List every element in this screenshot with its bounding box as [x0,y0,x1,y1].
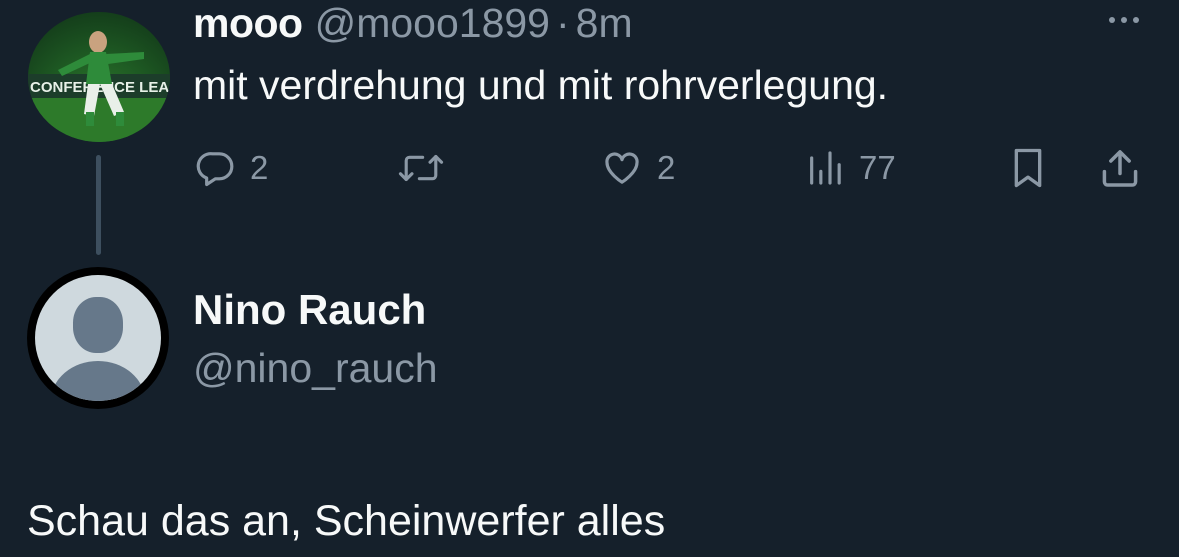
author-handle[interactable]: @mooo1899 [315,0,550,47]
reply-count: 2 [250,149,269,186]
more-dot-icon [1121,17,1127,23]
more-options-button[interactable] [1100,8,1148,32]
views-count: 77 [859,149,896,186]
tweet-timestamp[interactable]: 8m [576,0,633,47]
bookmark-button[interactable] [1008,143,1048,193]
author-display-name[interactable]: mooo [193,0,303,47]
tweet-action-bar: 2 2 77 [0,143,1179,193]
header-separator: · [555,0,570,46]
reply-text[interactable]: Schau das an, Scheinwerfer alles [27,497,665,546]
bookmark-icon [1014,148,1042,188]
tweet-header: mooo @mooo1899 · 8m [193,0,633,46]
heart-icon [605,152,639,184]
tweet-body-text: mit verdrehung und mit rohrverlegung. [193,62,889,108]
more-dot-icon [1133,17,1139,23]
more-dot-icon [1109,17,1115,23]
reply-icon [196,152,234,187]
reply-author-handle[interactable]: @nino_rauch [193,345,438,392]
tweet-thread-view: CONFERENCE LEAGUE mooo @mooo1899 · 8m mi… [0,0,1179,557]
default-avatar-icon [35,275,161,401]
reply-button[interactable]: 2 [196,143,268,193]
like-count: 2 [657,149,676,186]
soccer-player-avatar-image: CONFERENCE LEAGUE [28,31,170,142]
share-button[interactable] [1098,143,1142,193]
views-button[interactable]: 77 [805,143,896,193]
retweet-button[interactable] [398,143,458,193]
avatar-body-shape [51,361,145,401]
reply-author-display-name[interactable]: Nino Rauch [193,286,426,334]
like-button[interactable]: 2 [601,143,675,193]
nino-avatar[interactable] [27,267,169,409]
mooo-avatar[interactable]: CONFERENCE LEAGUE [28,12,170,142]
views-icon [810,151,841,185]
share-icon [1102,150,1138,187]
avatar-head-shape [73,297,123,353]
retweet-icon [398,154,444,182]
